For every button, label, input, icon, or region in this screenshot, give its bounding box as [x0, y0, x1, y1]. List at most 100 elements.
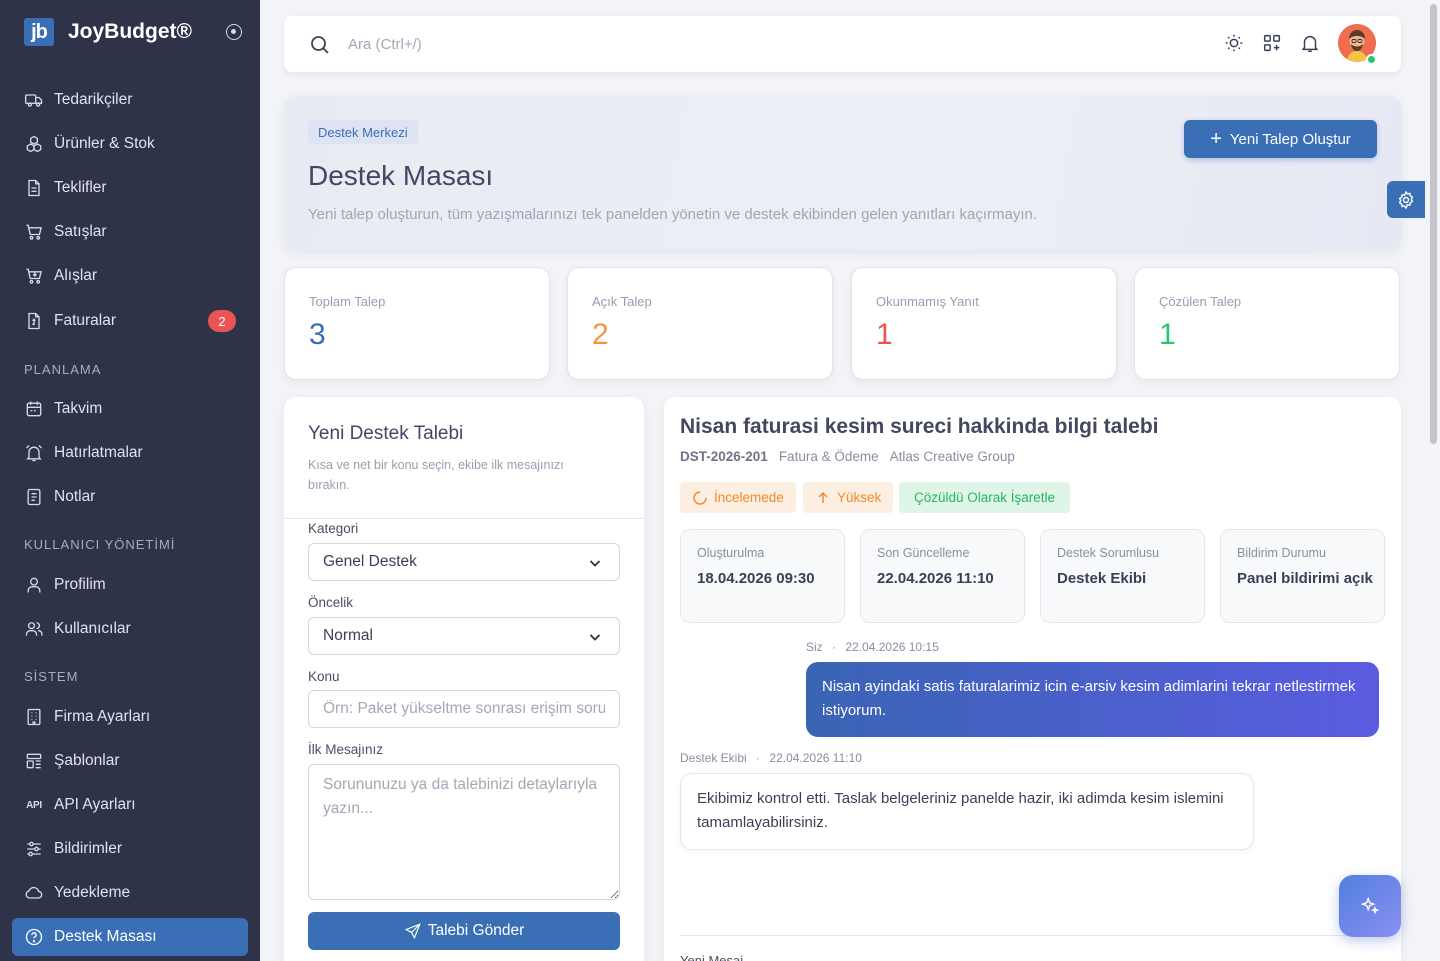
stat-value: 1: [1159, 318, 1176, 351]
ticket-title: Nisan faturasi kesim sureci hakkinda bil…: [680, 415, 1159, 438]
sidebar-item-faturalar[interactable]: Faturalar 2: [12, 302, 248, 340]
sidebar-item-kullanicilar[interactable]: Kullanıcılar: [12, 610, 248, 648]
new-ticket-button[interactable]: + Yeni Talep Oluştur: [1184, 120, 1377, 158]
sidebar-item-sablonlar[interactable]: Şablonlar: [12, 742, 248, 780]
info-label: Son Güncelleme: [877, 546, 970, 560]
sidebar-item-profilim[interactable]: Profilim: [12, 566, 248, 604]
sidebar-item-label: Teklifler: [54, 179, 107, 196]
count-badge: 2: [208, 310, 236, 332]
stat-label: Okunmamış Yanıt: [876, 294, 979, 309]
bell-icon[interactable]: [1299, 32, 1321, 54]
sidebar-item-label: Tedarikçiler: [54, 91, 133, 108]
search-input[interactable]: [348, 30, 948, 58]
info-value: Destek Ekibi: [1057, 570, 1147, 587]
message-time: 22.04.2026 11:10: [769, 751, 862, 765]
sun-icon[interactable]: [1223, 32, 1245, 54]
brand[interactable]: jb JoyBudget®: [24, 18, 192, 46]
settings-gear-icon[interactable]: [1387, 181, 1425, 218]
form-title: Yeni Destek Talebi: [308, 423, 464, 444]
divider: [284, 518, 644, 519]
top-bar: [284, 16, 1401, 72]
page-subtitle: Yeni talep oluşturun, tüm yazışmalarınız…: [308, 206, 1038, 223]
category-select[interactable]: Genel Destek: [308, 543, 620, 581]
sidebar-item-teklifler[interactable]: Teklifler: [12, 169, 248, 207]
ticket-company: Atlas Creative Group: [889, 449, 1015, 464]
apps-grid-icon[interactable]: [1261, 32, 1283, 54]
calendar-icon: [24, 399, 44, 419]
sidebar-item-notlar[interactable]: Notlar: [12, 478, 248, 516]
info-label: Bildirim Durumu: [1237, 546, 1326, 560]
info-assignee: Destek Sorumlusu Destek Ekibi: [1040, 529, 1205, 623]
sidebar-item-label: Hatırlatmalar: [54, 444, 143, 461]
sidebar-toggle-icon[interactable]: [226, 24, 242, 40]
sidebar-item-alislar[interactable]: Alışlar: [12, 257, 248, 295]
building-icon: [24, 707, 44, 727]
cart-down-icon: [24, 266, 44, 286]
section-title-sistem: SİSTEM: [24, 669, 79, 684]
sidebar-item-label: Destek Masası: [54, 928, 157, 945]
message-author: Siz: [806, 640, 823, 654]
priority-select[interactable]: Normal: [308, 617, 620, 655]
page-header-card: Destek Merkezi Destek Masası Yeni talep …: [284, 96, 1401, 250]
category-label: Kategori: [308, 521, 359, 536]
submit-ticket-button[interactable]: Talebi Gönder: [308, 912, 620, 950]
arrow-up-icon: [818, 491, 828, 503]
section-title-kullanici-yonetimi: KULLANICI YÖNETİMİ: [24, 537, 176, 552]
send-icon: [404, 923, 421, 940]
message-meta: Siz · 22.04.2026 10:15: [806, 640, 939, 654]
info-value: 18.04.2026 09:30: [697, 570, 815, 587]
sidebar-item-firma-ayarlari[interactable]: Firma Ayarları: [12, 698, 248, 736]
scrollbar-thumb[interactable]: [1430, 4, 1437, 444]
sidebar-item-hatirlatmalar[interactable]: Hatırlatmalar: [12, 434, 248, 472]
info-label: Destek Sorumlusu: [1057, 546, 1160, 560]
message-bubble-user: Nisan ayindaki satis faturalarimiz icin …: [806, 662, 1379, 737]
category-value: Genel Destek: [323, 553, 417, 570]
sidebar-item-yedekleme[interactable]: Yedekleme: [12, 874, 248, 912]
ticket-code: DST-2026-201: [680, 449, 768, 464]
info-value: 22.04.2026 11:10: [877, 570, 994, 587]
sidebar-item-api-ayarlari[interactable]: API API Ayarları: [12, 786, 248, 824]
search-icon[interactable]: [308, 33, 332, 57]
truck-icon: [24, 90, 44, 110]
sidebar-item-label: Ürünler & Stok: [54, 135, 155, 152]
boxes-icon: [24, 134, 44, 154]
sidebar-item-label: Bildirimler: [54, 840, 123, 857]
api-icon: API: [26, 799, 42, 811]
stat-value: 1: [876, 318, 893, 351]
sidebar-item-urunler[interactable]: Ürünler & Stok: [12, 125, 248, 163]
mark-resolved-button[interactable]: Çözüldü Olarak İşaretle: [899, 482, 1071, 513]
stat-card-resolved: Çözülen Talep 1: [1134, 267, 1400, 380]
sidebar-item-label: Yedekleme: [54, 884, 131, 901]
info-created: Oluşturulma 18.04.2026 09:30: [680, 529, 845, 623]
sidebar-item-label: Kullanıcılar: [54, 620, 131, 637]
priority-text: Yüksek: [837, 490, 882, 505]
sidebar-item-tedarikciler[interactable]: Tedarikçiler: [12, 81, 248, 119]
ticket-category: Fatura & Ödeme: [778, 449, 879, 464]
sidebar-item-label: Alışlar: [54, 267, 98, 284]
form-subtitle: Kısa ve net bir konu seçin, ekibe ilk me…: [308, 458, 564, 492]
loading-icon: [693, 490, 707, 505]
stat-label: Çözülen Talep: [1159, 294, 1242, 309]
ai-assistant-button[interactable]: [1339, 875, 1401, 937]
info-updated: Son Güncelleme 22.04.2026 11:10: [860, 529, 1025, 623]
chevron-down-icon: [589, 560, 601, 567]
user-icon: [24, 575, 44, 595]
cart-icon: [24, 222, 44, 242]
sidebar-item-bildirimler[interactable]: Bildirimler: [12, 830, 248, 868]
message-textarea[interactable]: [308, 764, 620, 900]
sidebar-item-satislar[interactable]: Satışlar: [12, 213, 248, 251]
sidebar-item-takvim[interactable]: Takvim: [12, 390, 248, 428]
users-icon: [24, 619, 44, 639]
status-text: İncelemede: [714, 490, 784, 505]
subject-input[interactable]: [308, 690, 620, 728]
sidebar-item-label: Takvim: [54, 400, 103, 417]
sidebar-item-label: API Ayarları: [54, 796, 136, 813]
notes-icon: [24, 487, 44, 507]
breadcrumb-badge: Destek Merkezi: [308, 120, 418, 144]
ticket-meta: DST-2026-201 Fatura & Ödeme Atlas Creati…: [680, 449, 1015, 464]
sidebar-item-destek-masasi[interactable]: Destek Masası: [12, 918, 248, 956]
cloud-icon: [24, 883, 44, 903]
plus-icon: +: [1210, 128, 1222, 150]
sidebar: jb JoyBudget® Tedarikçiler Ürünler & Sto…: [0, 0, 260, 961]
info-notification: Bildirim Durumu Panel bildirimi açık: [1220, 529, 1385, 623]
